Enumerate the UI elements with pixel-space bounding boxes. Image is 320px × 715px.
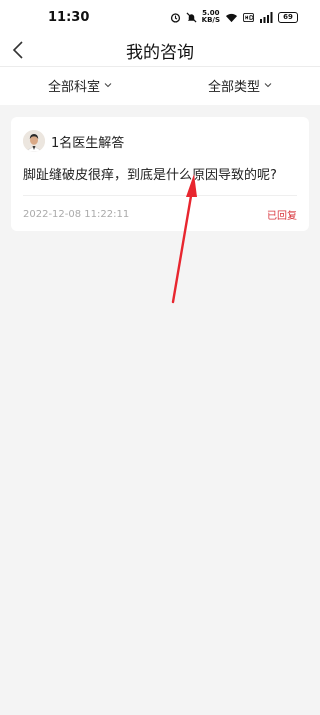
mute-icon [186,11,197,23]
battery-level: 69 [283,13,293,21]
card-footer: 2022-12-08 11:22:11 已回复 [23,196,297,232]
hd-icon [243,12,254,22]
question-text: 脚趾缝破皮很痒，到底是什么原因导致的呢? [23,168,277,183]
consultation-card[interactable]: 1名医生解答 脚趾缝破皮很痒，到底是什么原因导致的呢? 2022-12-08 1… [11,117,309,231]
filter-bar: 全部科室 全部类型 [0,66,320,105]
alarm-icon [170,12,181,23]
chevron-down-icon [264,83,272,88]
speed-unit: KB/S [201,16,220,24]
page-title: 我的咨询 [126,42,194,63]
chevron-down-icon [104,83,112,88]
battery-icon: 69 [278,11,298,23]
status-bar: 11:30 5.00 KB/S 69 [0,0,320,34]
signal-icon [259,11,273,23]
department-filter[interactable]: 全部科室 [48,76,112,95]
doctor-avatar [23,130,45,152]
status-icons: 5.00 KB/S 69 [170,10,298,24]
network-speed: 5.00 KB/S [202,10,220,24]
doctor-count: 1名医生解答 [51,135,125,151]
type-filter-label: 全部类型 [207,79,260,95]
status-badge: 已回复 [267,210,297,222]
type-filter[interactable]: 全部类型 [208,76,272,95]
nav-bar: 我的咨询 [0,34,320,66]
timestamp: 2022-12-08 11:22:11 [23,208,130,220]
wifi-icon [225,12,238,23]
status-time: 11:30 [48,9,90,25]
card-header: 1名医生解答 [23,128,297,154]
department-filter-label: 全部科室 [47,79,100,95]
chevron-left-icon[interactable] [8,40,28,60]
annotation-arrow [171,174,197,304]
